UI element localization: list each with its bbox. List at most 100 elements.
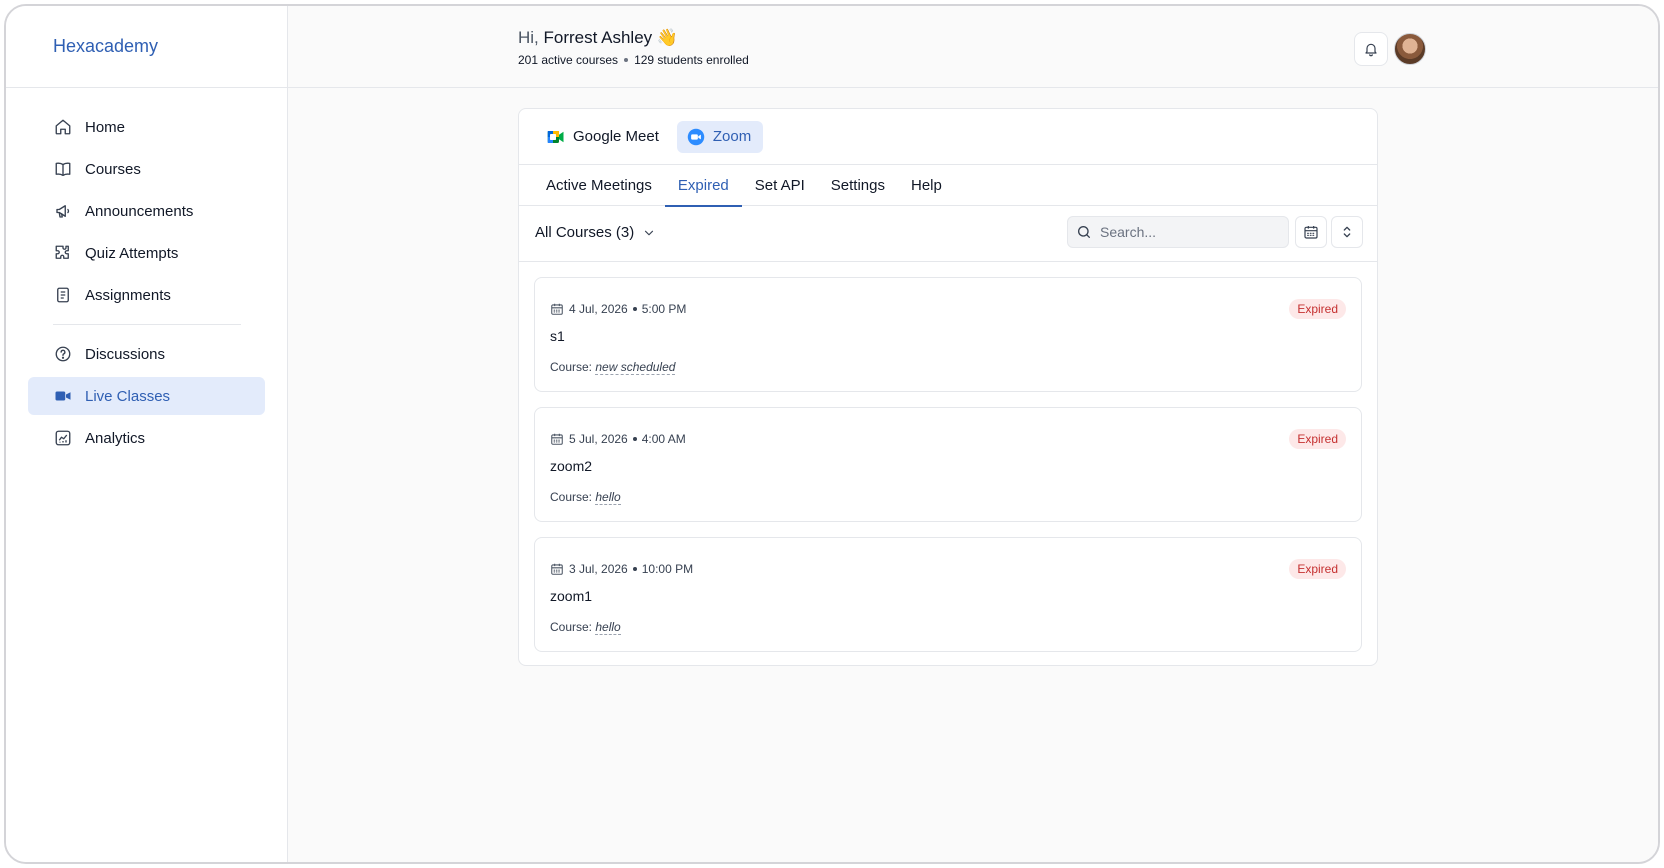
tab-settings[interactable]: Settings — [818, 165, 898, 206]
meeting-card[interactable]: 3 Jul, 2026 10:00 PM zoom1 Course: hello… — [534, 537, 1362, 652]
status-badge: Expired — [1289, 429, 1346, 449]
search-icon — [1076, 224, 1092, 240]
separator-dot — [632, 437, 637, 441]
meeting-course: Course: new scheduled — [550, 360, 676, 375]
course-name[interactable]: new scheduled — [595, 360, 676, 375]
tab-help[interactable]: Help — [898, 165, 955, 206]
meeting-title: zoom2 — [550, 458, 593, 474]
sidebar-divider — [53, 324, 241, 325]
greeting-line: Hi, Forrest Ashley 👋 — [518, 28, 749, 48]
meeting-tabs: Active Meetings Expired Set API Settings… — [519, 165, 1377, 207]
meeting-time: 4:00 AM — [641, 432, 686, 446]
sidebar-item-label: Announcements — [85, 202, 194, 220]
megaphone-icon — [53, 201, 73, 221]
meeting-card[interactable]: 5 Jul, 2026 4:00 AM zoom2 Course: hello … — [534, 407, 1362, 522]
calendar-icon — [1303, 224, 1319, 240]
sidebar-item-assignments[interactable]: Assignments — [28, 276, 265, 314]
meeting-course: Course: hello — [550, 620, 621, 635]
sidebar: Hexacademy Home Courses Announcements Qu… — [6, 6, 288, 862]
user-avatar[interactable] — [1394, 33, 1426, 65]
provider-label: Zoom — [712, 128, 752, 145]
course-filter-dropdown[interactable]: All Courses (3) — [535, 224, 656, 241]
course-label: Course: — [550, 360, 593, 374]
sidebar-item-announcements[interactable]: Announcements — [28, 192, 265, 230]
active-courses-count: 201 active courses — [518, 53, 619, 67]
sidebar-item-label: Quiz Attempts — [85, 244, 179, 262]
status-badge: Expired — [1289, 559, 1346, 579]
chart-icon — [53, 428, 73, 448]
zoom-icon — [687, 128, 705, 146]
provider-label: Google Meet — [573, 128, 659, 145]
live-classes-panel: Google Meet Zoom Active Meetings Expired… — [518, 108, 1378, 666]
separator-dot — [624, 58, 629, 62]
status-badge: Expired — [1289, 299, 1346, 319]
meeting-time: 10:00 PM — [641, 562, 694, 576]
tab-set-api[interactable]: Set API — [742, 165, 818, 206]
meeting-title: s1 — [550, 328, 565, 344]
user-name: Forrest Ashley — [543, 28, 653, 47]
course-name[interactable]: hello — [595, 620, 621, 635]
course-label: Course: — [550, 490, 593, 504]
calendar-icon — [550, 302, 564, 316]
provider-zoom[interactable]: Zoom — [676, 120, 764, 153]
sidebar-nav: Home Courses Announcements Quiz Attempts — [6, 88, 287, 457]
greeting-prefix: Hi, — [518, 28, 539, 47]
sidebar-item-label: Discussions — [85, 345, 166, 363]
sidebar-item-discussions[interactable]: Discussions — [28, 335, 265, 373]
date-filter-button[interactable] — [1295, 216, 1327, 248]
provider-google-meet[interactable]: Google Meet — [537, 121, 671, 153]
puzzle-icon — [53, 243, 73, 263]
bell-icon — [1363, 41, 1379, 57]
meetings-list: 4 Jul, 2026 5:00 PM s1 Course: new sched… — [519, 262, 1377, 652]
sidebar-item-quiz-attempts[interactable]: Quiz Attempts — [28, 234, 265, 272]
video-icon — [53, 386, 73, 406]
sidebar-item-label: Home — [85, 118, 126, 136]
tab-expired[interactable]: Expired — [664, 165, 742, 207]
meeting-course: Course: hello — [550, 490, 621, 505]
meeting-date: 4 Jul, 2026 — [569, 302, 628, 316]
book-icon — [53, 159, 73, 179]
course-label: Course: — [550, 620, 593, 634]
search-input[interactable] — [1100, 224, 1270, 240]
app-window: Hexacademy Home Courses Announcements Qu… — [4, 4, 1660, 864]
help-circle-icon — [53, 344, 73, 364]
sort-button[interactable] — [1331, 216, 1363, 248]
separator-dot — [632, 567, 637, 571]
sidebar-item-label: Analytics — [85, 429, 146, 447]
meeting-time: 5:00 PM — [641, 302, 687, 316]
home-icon — [53, 117, 73, 137]
top-bar: Hi, Forrest Ashley 👋 201 active courses … — [288, 6, 1658, 88]
students-enrolled-count: 129 students enrolled — [634, 53, 749, 67]
calendar-icon — [550, 432, 564, 446]
notifications-button[interactable] — [1354, 32, 1388, 66]
sidebar-item-live-classes[interactable]: Live Classes — [28, 377, 265, 415]
meeting-title: zoom1 — [550, 588, 593, 604]
sidebar-item-courses[interactable]: Courses — [28, 150, 265, 188]
separator-dot — [632, 307, 637, 311]
meeting-datetime: 5 Jul, 2026 4:00 AM — [550, 432, 686, 446]
brand-logo[interactable]: Hexacademy — [6, 6, 287, 88]
course-filter-label: All Courses (3) — [535, 224, 635, 241]
wave-emoji: 👋 — [656, 28, 679, 47]
tab-active-meetings[interactable]: Active Meetings — [533, 165, 665, 206]
provider-switcher: Google Meet Zoom — [519, 109, 1377, 165]
greeting: Hi, Forrest Ashley 👋 201 active courses … — [518, 28, 749, 67]
sidebar-item-label: Courses — [85, 160, 141, 178]
sidebar-item-home[interactable]: Home — [28, 108, 265, 146]
meeting-card[interactable]: 4 Jul, 2026 5:00 PM s1 Course: new sched… — [534, 277, 1362, 392]
course-name[interactable]: hello — [595, 490, 621, 505]
sidebar-item-analytics[interactable]: Analytics — [28, 419, 265, 457]
sort-icon — [1339, 224, 1355, 240]
sidebar-item-label: Live Classes — [85, 387, 171, 405]
meeting-datetime: 3 Jul, 2026 10:00 PM — [550, 562, 693, 576]
notebook-icon — [53, 285, 73, 305]
meeting-date: 3 Jul, 2026 — [569, 562, 628, 576]
stats-line: 201 active courses 129 students enrolled — [518, 53, 749, 67]
meeting-datetime: 4 Jul, 2026 5:00 PM — [550, 302, 686, 316]
google-meet-icon — [547, 129, 565, 145]
main-content: Hi, Forrest Ashley 👋 201 active courses … — [288, 6, 1658, 862]
calendar-icon — [550, 562, 564, 576]
chevron-down-icon — [642, 226, 656, 240]
search-box[interactable] — [1067, 216, 1289, 248]
sidebar-item-label: Assignments — [85, 286, 171, 304]
